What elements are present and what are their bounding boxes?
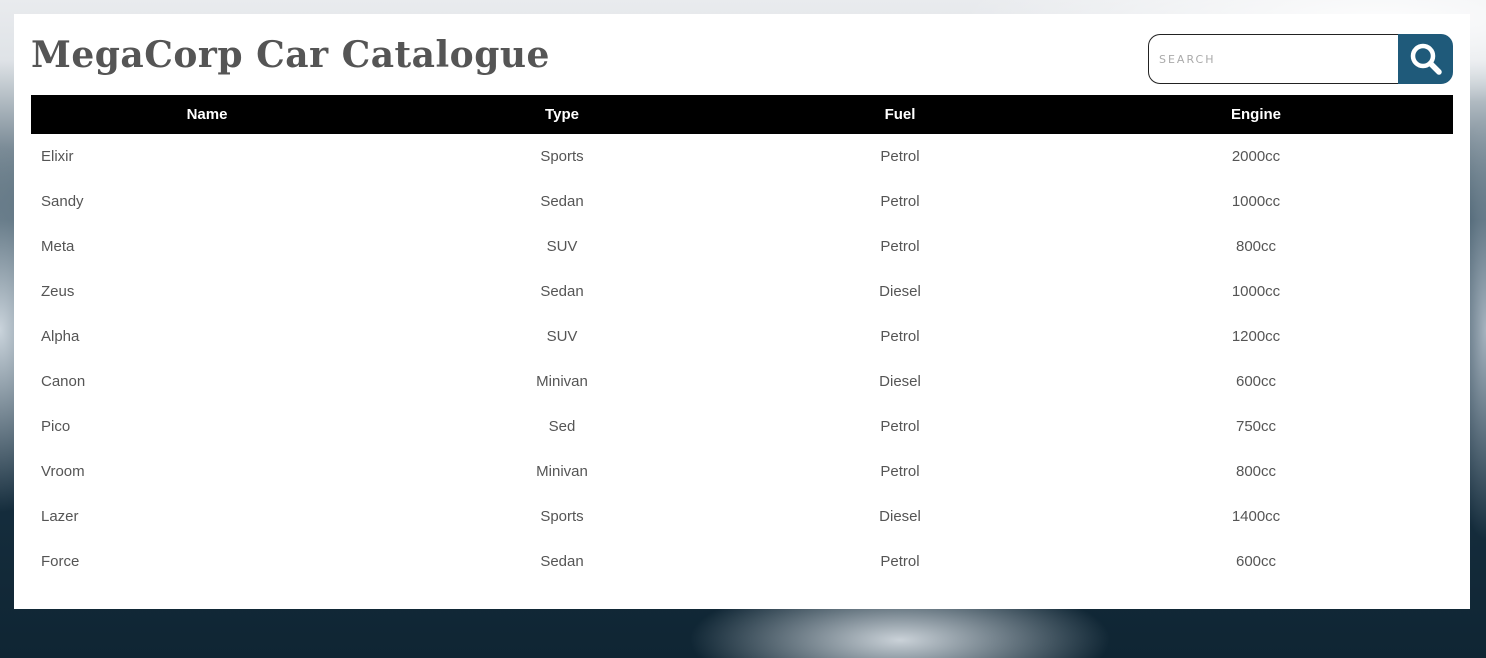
cell-engine: 2000cc — [1231, 148, 1281, 165]
cell-name: Canon — [41, 373, 86, 390]
table-row: Sandy Sedan Petrol 1000cc — [31, 179, 1453, 224]
cell-type: Sedan — [540, 283, 584, 300]
search-button[interactable] — [1398, 34, 1453, 84]
cell-fuel: Petrol — [880, 148, 920, 165]
cell-fuel: Petrol — [880, 193, 920, 210]
table-row: Meta SUV Petrol 800cc — [31, 224, 1453, 269]
cell-type: Sports — [540, 148, 584, 165]
cell-engine: 800cc — [1235, 238, 1277, 255]
header-row: Name Type Fuel Engine — [31, 95, 1453, 134]
cell-fuel: Diesel — [879, 508, 921, 525]
table-row: Lazer Sports Diesel 1400cc — [31, 494, 1453, 539]
cell-engine: 600cc — [1235, 553, 1277, 570]
cell-type: Minivan — [536, 373, 588, 390]
cell-fuel: Petrol — [880, 463, 920, 480]
catalogue-card: MegaCorp Car Catalogue Name Type Fuel En… — [14, 14, 1470, 609]
cell-name: Alpha — [41, 328, 80, 345]
car-table: Name Type Fuel Engine Elixir Sports Petr… — [31, 95, 1453, 584]
search-icon — [1410, 43, 1442, 75]
cell-name: Vroom — [41, 463, 85, 480]
cell-type: Sedan — [540, 553, 584, 570]
table-header: Name Type Fuel Engine — [31, 95, 1453, 134]
cell-fuel: Petrol — [880, 328, 920, 345]
table-row: Vroom Minivan Petrol 800cc — [31, 449, 1453, 494]
cell-type: Minivan — [536, 463, 588, 480]
table-body: Elixir Sports Petrol 2000cc Sandy Sedan … — [31, 134, 1453, 584]
cell-engine: 750cc — [1235, 418, 1277, 435]
cell-engine: 800cc — [1235, 463, 1277, 480]
cell-fuel: Diesel — [879, 283, 921, 300]
cell-name: Force — [41, 553, 80, 570]
cell-type: SUV — [546, 328, 578, 345]
cell-engine: 1400cc — [1231, 508, 1281, 525]
cell-name: Zeus — [41, 283, 75, 300]
cell-engine: 600cc — [1235, 373, 1277, 390]
search-bar — [1148, 34, 1453, 84]
column-header-fuel[interactable]: Fuel — [741, 95, 1059, 134]
cell-engine: 1200cc — [1231, 328, 1281, 345]
column-header-type[interactable]: Type — [383, 95, 741, 134]
cell-type: Sedan — [540, 193, 584, 210]
table-row: Canon Minivan Diesel 600cc — [31, 359, 1453, 404]
cell-fuel: Petrol — [880, 418, 920, 435]
page-title: MegaCorp Car Catalogue — [31, 34, 550, 76]
cell-type: Sed — [548, 418, 576, 435]
column-header-engine[interactable]: Engine — [1059, 95, 1453, 134]
cell-engine: 1000cc — [1231, 193, 1281, 210]
cell-type: SUV — [546, 238, 578, 255]
search-input[interactable] — [1148, 34, 1398, 84]
table-row: Alpha SUV Petrol 1200cc — [31, 314, 1453, 359]
cell-fuel: Diesel — [879, 373, 921, 390]
cell-name: Sandy — [41, 193, 84, 210]
table-row: Elixir Sports Petrol 2000cc — [31, 134, 1453, 179]
cell-engine: 1000cc — [1231, 283, 1281, 300]
cell-type: Sports — [540, 508, 584, 525]
cell-name: Meta — [41, 238, 75, 255]
cell-fuel: Petrol — [880, 553, 920, 570]
cell-name: Pico — [41, 418, 71, 435]
cell-name: Elixir — [41, 148, 74, 165]
column-header-name[interactable]: Name — [31, 95, 383, 134]
table-row: Zeus Sedan Diesel 1000cc — [31, 269, 1453, 314]
cell-fuel: Petrol — [880, 238, 920, 255]
table-row: Pico Sed Petrol 750cc — [31, 404, 1453, 449]
cell-name: Lazer — [41, 508, 79, 525]
table-row: Force Sedan Petrol 600cc — [31, 539, 1453, 584]
